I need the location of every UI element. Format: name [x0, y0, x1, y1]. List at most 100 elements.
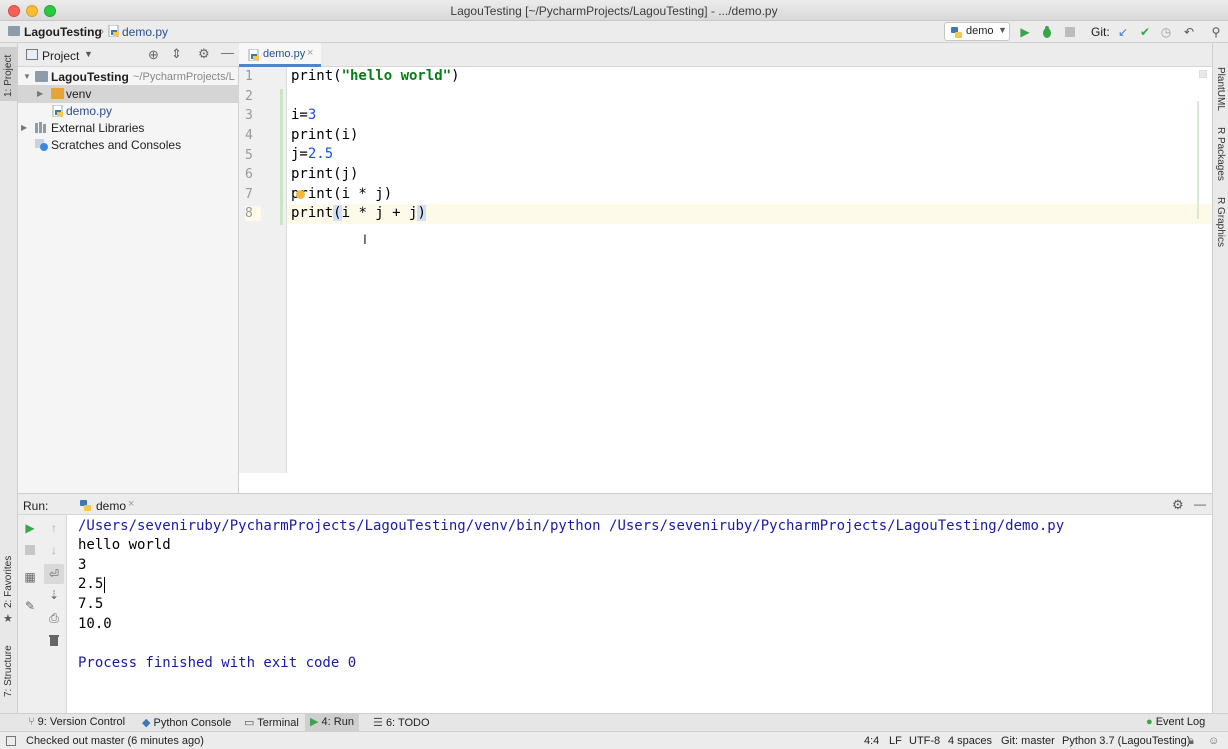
git-branch[interactable]: Git: master: [1001, 735, 1055, 747]
line-number: 6: [245, 167, 253, 182]
structure-tool-button[interactable]: 7: Structure: [0, 633, 18, 703]
line-separator[interactable]: LF: [889, 735, 902, 747]
print-icon[interactable]: ⎙: [46, 610, 62, 626]
version-control-tool-button[interactable]: ⑂ 9: Version Control: [28, 716, 125, 728]
bottom-tool-bar: ⑂ 9: Version Control ◆ Python Console ▭ …: [0, 713, 1228, 731]
window-title: LagouTesting [~/PycharmProjects/LagouTes…: [450, 4, 778, 18]
arrow-up-icon[interactable]: ↑: [46, 520, 62, 536]
gear-icon[interactable]: ⚙: [1172, 497, 1184, 513]
editor-gutter: 1 2 3 4 5 6 7 8: [239, 67, 287, 473]
structure-tool-label: 7: Structure: [3, 645, 14, 697]
library-icon: [35, 122, 48, 133]
arrow-down-icon[interactable]: ↓: [46, 542, 62, 558]
python-file-icon: [108, 25, 120, 37]
run-configuration-select[interactable]: demo ▼: [944, 22, 1010, 41]
chevron-down-icon[interactable]: ▼: [23, 68, 31, 86]
vcs-change-marker[interactable]: [280, 89, 283, 225]
favorites-tool-button[interactable]: 2: Favorites ★: [0, 548, 18, 628]
project-panel: Project ▼ ⊕ ⇕ ⚙ — ▼ LagouTesting ~/Pycha…: [18, 43, 239, 493]
tool-windows-toggle-icon[interactable]: [6, 736, 16, 746]
python-file-icon: [248, 49, 260, 61]
git-revert-icon[interactable]: ↶: [1181, 24, 1197, 40]
tree-item-external-libraries[interactable]: ▶ External Libraries: [18, 119, 239, 137]
file-encoding[interactable]: UTF-8: [909, 735, 940, 747]
code-line: print(j): [291, 166, 359, 182]
version-control-label: 9: Version Control: [37, 716, 126, 728]
code-line: j=2.5: [291, 146, 334, 162]
chevron-down-icon[interactable]: ▼: [84, 49, 93, 59]
python-console-tool-button[interactable]: ◆ Python Console: [142, 716, 231, 729]
tab-demo-py[interactable]: demo.py ×: [239, 43, 321, 67]
console-line: hello world: [78, 537, 171, 553]
line-number: 2: [245, 89, 253, 104]
inspector-icon[interactable]: ☺: [1208, 735, 1219, 747]
console-line: /Users/seveniruby/PycharmProjects/LagouT…: [78, 518, 1065, 534]
run-tool-label: 4: Run: [321, 716, 354, 728]
console-line: 10.0: [78, 616, 112, 632]
breadcrumb-separator-icon: ›: [100, 24, 104, 38]
collapse-all-icon[interactable]: ⇕: [171, 46, 182, 62]
terminal-tool-button[interactable]: ▭ Terminal: [244, 716, 299, 729]
search-icon[interactable]: ⚲: [1208, 24, 1224, 40]
chevron-right-icon[interactable]: ▶: [21, 119, 27, 137]
text-cursor-icon: I: [363, 231, 367, 247]
gear-icon[interactable]: ⚙: [198, 46, 210, 62]
run-configuration-label: demo: [966, 25, 994, 37]
caret-position[interactable]: 4:4: [864, 735, 879, 747]
pin-icon[interactable]: ✎: [22, 598, 38, 614]
inspection-indicator[interactable]: [1199, 70, 1207, 78]
line-number: 3: [245, 108, 253, 123]
console-line: Process finished with exit code 0: [78, 655, 357, 671]
soft-wrap-icon[interactable]: ⏎: [44, 564, 64, 584]
event-log-tool-button[interactable]: ● Event Log: [1146, 716, 1205, 728]
tab-label: demo.py: [263, 48, 306, 60]
chevron-right-icon[interactable]: ▶: [37, 85, 43, 103]
git-update-icon[interactable]: ↙: [1115, 24, 1131, 40]
layout-icon[interactable]: ▦: [22, 569, 38, 585]
project-view-select[interactable]: Project: [42, 49, 79, 63]
branch-icon: ⑂: [28, 716, 35, 728]
run-console-output[interactable]: /Users/seveniruby/PycharmProjects/LagouT…: [67, 515, 1212, 713]
hide-panel-icon[interactable]: —: [1194, 497, 1206, 511]
run-panel-header: Run: demo × ⚙ —: [18, 493, 1212, 515]
close-icon[interactable]: ×: [128, 498, 134, 510]
line-number: 4: [245, 128, 253, 143]
tree-item-label: Scratches and Consoles: [51, 138, 182, 152]
run-tool-button[interactable]: ▶ 4: Run: [305, 714, 359, 731]
event-log-label: Event Log: [1155, 716, 1206, 728]
indent-setting[interactable]: 4 spaces: [948, 735, 992, 747]
tree-item-demo-py[interactable]: demo.py: [18, 102, 239, 120]
git-history-icon[interactable]: ◷: [1158, 24, 1174, 40]
locate-icon[interactable]: ⊕: [148, 47, 159, 63]
python-interpreter[interactable]: Python 3.7 (LagouTesting): [1062, 735, 1190, 747]
plantuml-tool-button[interactable]: PlantUML: [1213, 51, 1228, 115]
tree-item-path: ~/PycharmProjects/L: [133, 71, 235, 83]
hide-panel-icon[interactable]: —: [221, 45, 234, 60]
python-console-label: Python Console: [153, 717, 232, 729]
lock-icon[interactable]: 🔒︎: [1188, 735, 1194, 748]
project-tool-button[interactable]: 1: Project: [0, 47, 18, 101]
close-icon[interactable]: ×: [307, 47, 313, 59]
run-icon[interactable]: ▶: [1017, 24, 1033, 40]
tree-item-label: LagouTesting: [51, 70, 129, 84]
tree-item-scratches[interactable]: Scratches and Consoles: [18, 136, 239, 154]
rerun-icon[interactable]: ▶: [22, 520, 38, 536]
todo-tool-button[interactable]: ☰ 6: TODO: [373, 716, 430, 729]
trash-icon[interactable]: [46, 632, 62, 648]
r-packages-tool-button[interactable]: R Packages: [1213, 123, 1228, 187]
breadcrumb-project[interactable]: LagouTesting: [24, 25, 102, 39]
debug-icon[interactable]: [1039, 24, 1055, 40]
console-line: 2.5: [78, 576, 104, 592]
status-message[interactable]: Checked out master (6 minutes ago): [26, 735, 204, 747]
stop-icon[interactable]: [22, 542, 38, 558]
intention-bulb-icon[interactable]: [296, 190, 305, 199]
stop-icon[interactable]: [1062, 24, 1078, 40]
scroll-to-end-icon[interactable]: ⇣: [46, 587, 62, 603]
breadcrumb-file[interactable]: demo.py: [122, 25, 168, 39]
code-editor[interactable]: print("hello world") i=3 print(i) j=2.5 …: [287, 67, 1212, 473]
tree-item-venv[interactable]: ▶ venv: [18, 85, 239, 103]
tree-item-lagoutesting[interactable]: ▼ LagouTesting ~/PycharmProjects/L: [18, 68, 239, 86]
git-commit-icon[interactable]: ✔: [1137, 24, 1153, 40]
folder-icon: [51, 88, 64, 99]
r-graphics-tool-button[interactable]: R Graphics: [1213, 193, 1228, 253]
